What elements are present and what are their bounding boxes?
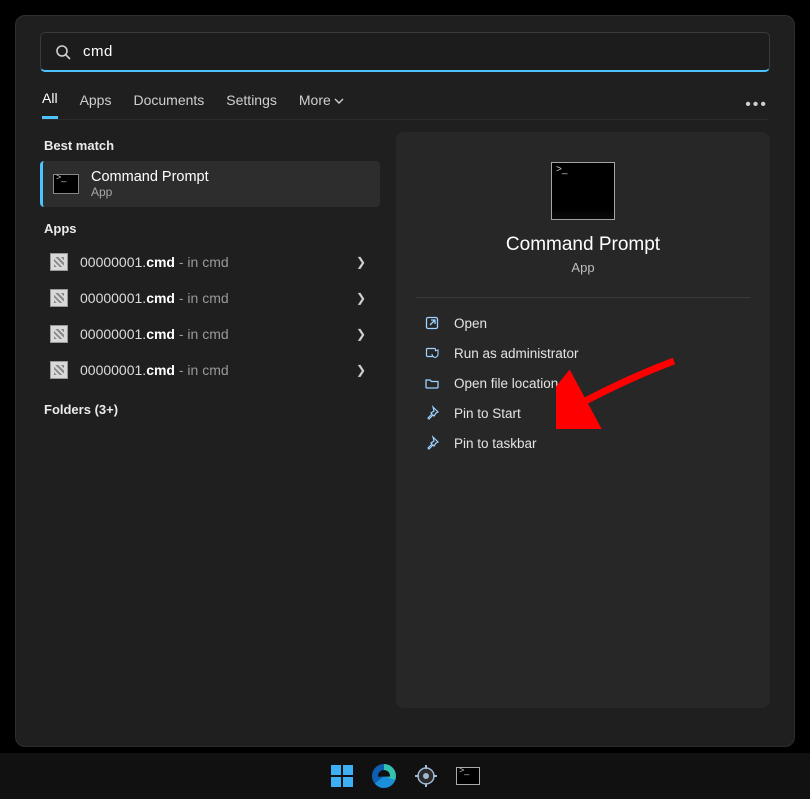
folder-icon: [424, 375, 440, 391]
best-match-row[interactable]: Command Prompt App: [40, 161, 380, 207]
best-match-subtitle: App: [91, 185, 209, 199]
taskbar-settings-button[interactable]: [411, 761, 441, 791]
chevron-right-icon: ❯: [356, 255, 366, 269]
action-run-admin-label: Run as administrator: [454, 346, 579, 361]
chevron-right-icon: ❯: [356, 327, 366, 341]
cmd-file-icon: [50, 253, 68, 271]
file-result-text: 00000001.cmd - in cmd: [80, 290, 344, 306]
file-result-row[interactable]: 00000001.cmd - in cmd ❯: [40, 280, 380, 316]
cmd-file-icon: [50, 361, 68, 379]
pin-icon: [424, 435, 440, 451]
command-prompt-icon: [456, 767, 480, 785]
command-prompt-icon: [53, 174, 79, 194]
filter-apps[interactable]: Apps: [80, 92, 112, 118]
taskbar-start-button[interactable]: [327, 761, 357, 791]
results-column: Best match Command Prompt App Apps 00000…: [40, 132, 380, 708]
filter-more[interactable]: More: [299, 92, 344, 118]
action-open-location[interactable]: Open file location: [416, 368, 750, 398]
file-result-row[interactable]: 00000001.cmd - in cmd ❯: [40, 352, 380, 388]
open-icon: [424, 315, 440, 331]
file-result-text: 00000001.cmd - in cmd: [80, 362, 344, 378]
preview-subtitle: App: [416, 260, 750, 275]
cmd-file-icon: [50, 289, 68, 307]
section-best-match: Best match: [44, 138, 380, 153]
best-match-title: Command Prompt: [91, 169, 209, 185]
action-open-label: Open: [454, 316, 487, 331]
preview-panel: Command Prompt App Open Run as administr…: [396, 132, 770, 708]
start-search-panel: All Apps Documents Settings More ••• Bes…: [15, 15, 795, 747]
search-container: [16, 16, 794, 72]
preview-app-icon: [551, 162, 615, 220]
chevron-right-icon: ❯: [356, 363, 366, 377]
action-run-admin[interactable]: Run as administrator: [416, 338, 750, 368]
filter-all[interactable]: All: [42, 90, 58, 119]
preview-divider: [416, 297, 750, 298]
file-result-text: 00000001.cmd - in cmd: [80, 326, 344, 342]
action-open-location-label: Open file location: [454, 376, 558, 391]
filter-settings[interactable]: Settings: [226, 92, 277, 118]
more-options-button[interactable]: •••: [745, 96, 768, 114]
taskbar: [0, 753, 810, 799]
chevron-down-icon: [334, 96, 344, 106]
file-result-text: 00000001.cmd - in cmd: [80, 254, 344, 270]
chevron-right-icon: ❯: [356, 291, 366, 305]
section-folders: Folders (3+): [44, 402, 380, 417]
file-result-row[interactable]: 00000001.cmd - in cmd ❯: [40, 244, 380, 280]
action-pin-start[interactable]: Pin to Start: [416, 398, 750, 428]
search-icon: [55, 44, 71, 60]
section-apps: Apps: [44, 221, 380, 236]
edge-icon: [372, 764, 396, 788]
action-pin-taskbar[interactable]: Pin to taskbar: [416, 428, 750, 458]
taskbar-edge-button[interactable]: [369, 761, 399, 791]
pin-icon: [424, 405, 440, 421]
taskbar-cmd-button[interactable]: [453, 761, 483, 791]
action-pin-taskbar-label: Pin to taskbar: [454, 436, 537, 451]
cmd-file-icon: [50, 325, 68, 343]
gear-icon: [414, 764, 438, 788]
action-open[interactable]: Open: [416, 308, 750, 338]
preview-title: Command Prompt: [416, 234, 750, 256]
filter-documents[interactable]: Documents: [133, 92, 204, 118]
file-result-row[interactable]: 00000001.cmd - in cmd ❯: [40, 316, 380, 352]
search-bar[interactable]: [40, 32, 770, 72]
action-pin-start-label: Pin to Start: [454, 406, 521, 421]
search-input[interactable]: [71, 43, 755, 60]
windows-logo-icon: [331, 765, 353, 787]
shield-admin-icon: [424, 345, 440, 361]
filter-tabs: All Apps Documents Settings More •••: [16, 72, 794, 119]
